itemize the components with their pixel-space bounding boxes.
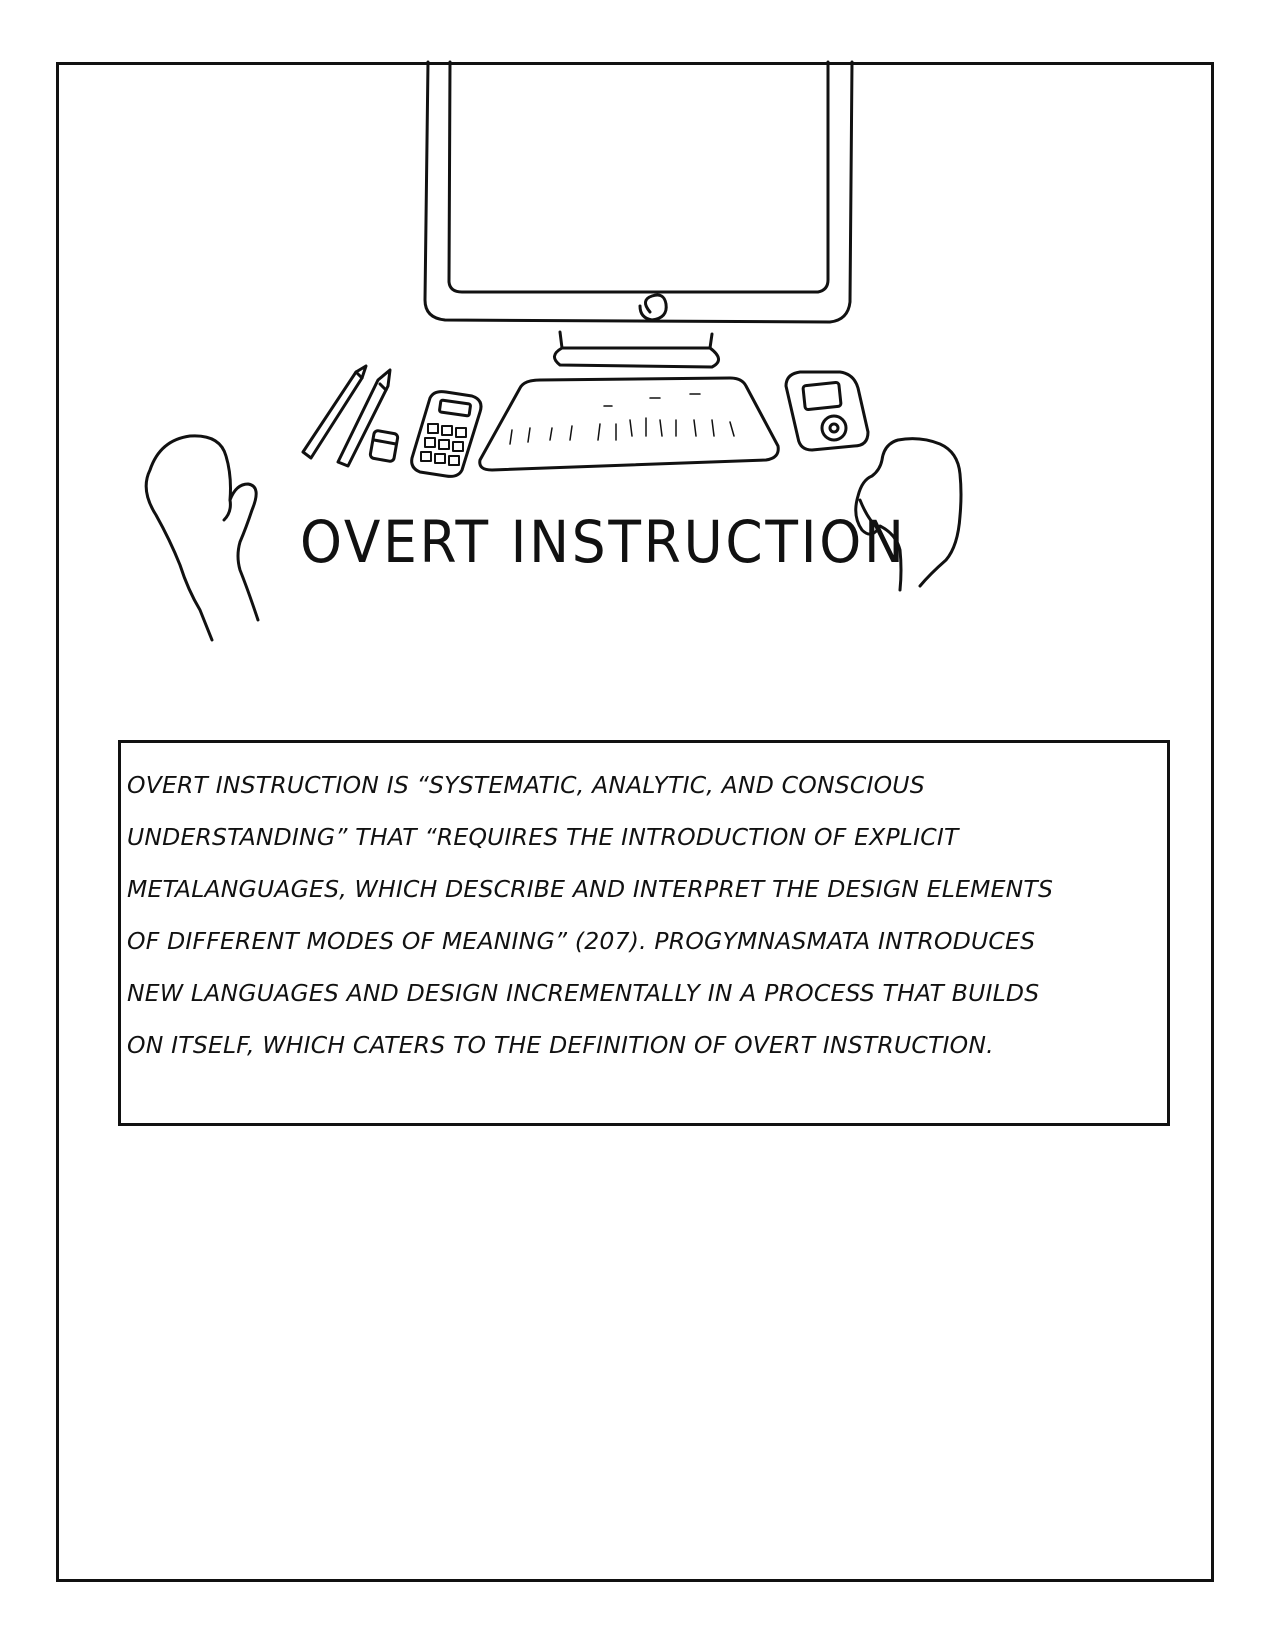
pen-icon — [336, 368, 392, 468]
caption-line: NEW LANGUAGES AND DESIGN INCREMENTALLY I… — [127, 979, 1040, 1007]
music-player-icon — [784, 370, 870, 452]
caption-line: ON ITSELF, WHICH CATERS TO THE DEFINITIO… — [127, 1031, 994, 1059]
eraser-icon — [368, 429, 400, 463]
calculator-icon — [410, 390, 483, 478]
caption-box: OVERT INSTRUCTION IS “SYSTEMATIC, ANALYT… — [118, 740, 1170, 1126]
keyboard-icon — [478, 376, 780, 472]
left-hand-icon — [144, 434, 260, 642]
caption-line: METALANGUAGES, WHICH DESCRIBE AND INTERP… — [127, 875, 1054, 903]
pencil-icon — [301, 364, 368, 460]
computer-monitor-icon — [423, 60, 854, 369]
caption-line: UNDERSTANDING” THAT “REQUIRES THE INTROD… — [127, 823, 959, 851]
caption-line: OVERT INSTRUCTION IS “SYSTEMATIC, ANALYT… — [127, 771, 925, 799]
illustration-title: OVERT INSTRUCTION — [300, 508, 907, 576]
caption-line: OF DIFFERENT MODES OF MEANING” (207). PR… — [127, 927, 1036, 955]
